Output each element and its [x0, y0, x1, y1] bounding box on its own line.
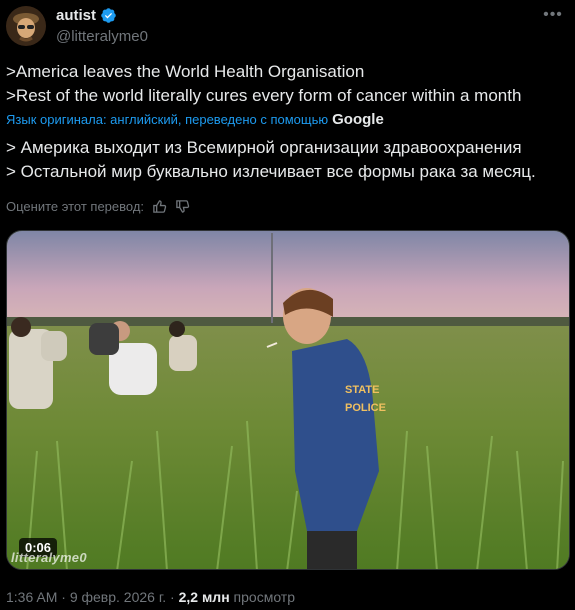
translated-line: > Америка выходит из Всемирной организац…: [6, 138, 522, 157]
verified-badge-icon[interactable]: [100, 7, 117, 24]
translated-text: > Америка выходит из Всемирной организац…: [6, 136, 566, 184]
rate-translation-row: Оцените этот перевод:: [6, 199, 190, 214]
more-options-icon[interactable]: •••: [543, 7, 563, 23]
video-watermark: litteralyme0: [11, 550, 87, 565]
thumbs-down-icon[interactable]: [175, 199, 190, 214]
post-date[interactable]: 9 февр. 2026 г.: [70, 589, 166, 605]
google-logo: Google: [332, 111, 384, 128]
translation-note[interactable]: Язык оригинала: английский, переведено с…: [6, 111, 384, 128]
meta-separator: ·: [61, 589, 70, 605]
translated-line: > Остальной мир буквально излечивает все…: [6, 162, 536, 181]
author-handle[interactable]: @litteralyme0: [56, 28, 148, 45]
post-line: >America leaves the World Health Organis…: [6, 62, 365, 81]
jacket-text-state: STATE: [345, 384, 379, 396]
post-line: >Rest of the world literally cures every…: [6, 86, 522, 105]
post-meta: 1:36 AM · 9 февр. 2026 г. · 2,2 млн прос…: [6, 589, 295, 605]
translation-note-text[interactable]: Язык оригинала: английский, переведено с…: [6, 112, 328, 127]
display-name[interactable]: autist: [56, 7, 96, 24]
avatar[interactable]: [6, 6, 46, 46]
author-name-row[interactable]: autist: [56, 7, 117, 24]
views-count: 2,2 млн: [178, 589, 230, 605]
video-player[interactable]: STATE POLICE 0:06 litteralyme0: [6, 230, 570, 570]
meta-separator: ·: [170, 589, 179, 605]
thumbs-up-icon[interactable]: [152, 199, 167, 214]
post-time[interactable]: 1:36 AM: [6, 589, 57, 605]
video-frame: STATE POLICE: [7, 231, 569, 569]
views-label: просмотр: [233, 589, 296, 605]
post-text: >America leaves the World Health Organis…: [6, 60, 566, 108]
jacket-text-police: POLICE: [345, 402, 386, 414]
rate-prompt: Оцените этот перевод:: [6, 199, 145, 214]
